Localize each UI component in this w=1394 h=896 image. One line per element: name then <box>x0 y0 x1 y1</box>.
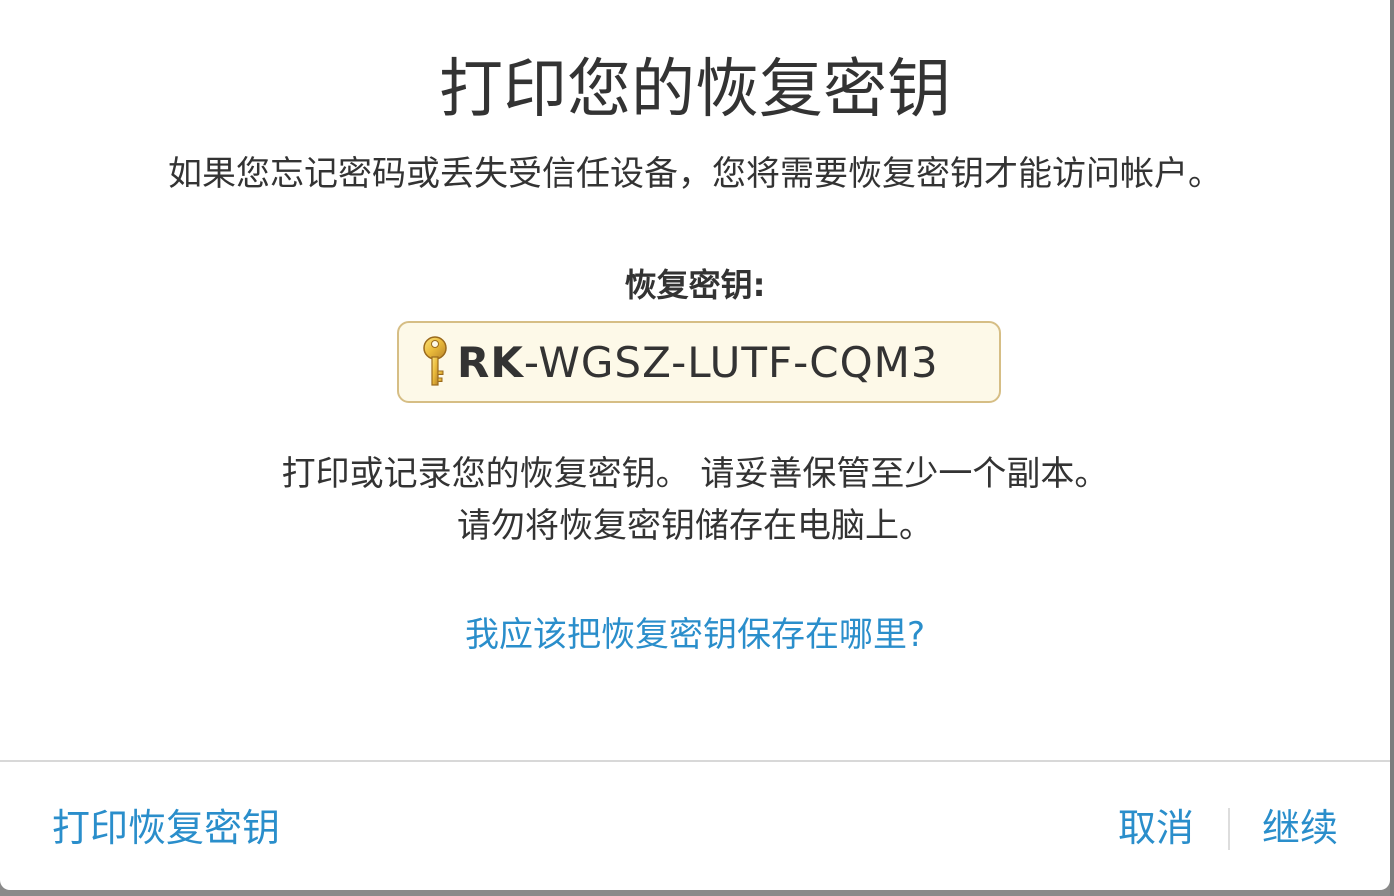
instructions-line-1: 打印或记录您的恢复密钥。 请妥善保管至少一个副本。 <box>281 454 1109 494</box>
recovery-key-code: -WGSZ-LUTF-CQM3 <box>523 337 939 387</box>
continue-button[interactable]: 继续 <box>1262 802 1338 854</box>
button-separator <box>1228 808 1230 850</box>
where-to-store-link[interactable]: 我应该把恢复密钥保存在哪里? <box>0 612 1390 658</box>
instructions: 打印或记录您的恢复密钥。 请妥善保管至少一个副本。 请勿将恢复密钥储存在电脑上。 <box>0 448 1390 552</box>
recovery-key-dialog: 打印您的恢复密钥 如果您忘记密码或丢失受信任设备，您将需要恢复密钥才能访问帐户。… <box>0 0 1390 890</box>
recovery-key-value: RK-WGSZ-LUTF-CQM3 <box>457 338 939 387</box>
cancel-button[interactable]: 取消 <box>1118 802 1194 854</box>
instructions-line-2: 请勿将恢复密钥储存在电脑上。 <box>457 506 933 546</box>
print-recovery-key-button[interactable]: 打印恢复密钥 <box>52 802 280 854</box>
window-edge <box>1390 0 1394 896</box>
recovery-key-prefix: RK <box>457 337 524 387</box>
dialog-subtitle: 如果您忘记密码或丢失受信任设备，您将需要恢复密钥才能访问帐户。 <box>168 154 1222 194</box>
dialog-title: 打印您的恢复密钥 <box>439 53 951 127</box>
recovery-key-box: RK-WGSZ-LUTF-CQM3 <box>397 321 1001 403</box>
recovery-key-label: 恢复密钥: <box>624 266 766 304</box>
key-icon <box>419 335 451 389</box>
footer-divider <box>0 760 1390 762</box>
